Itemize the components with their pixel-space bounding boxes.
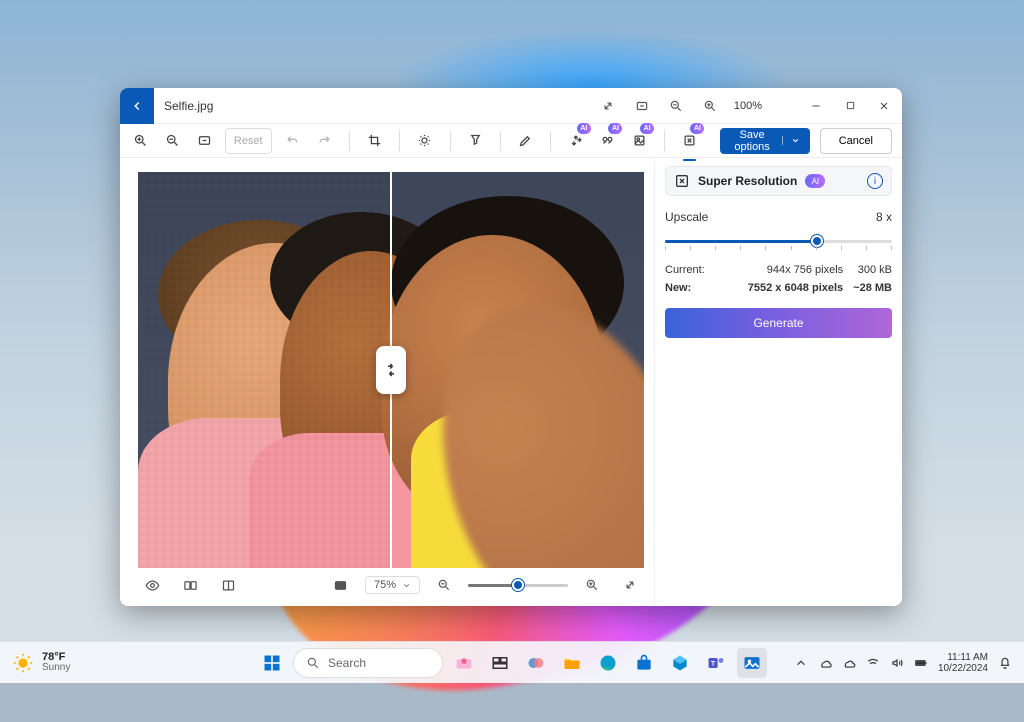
new-label: New: xyxy=(665,282,705,294)
battery-icon[interactable] xyxy=(914,656,928,670)
filter-icon[interactable] xyxy=(464,127,486,155)
split-view-icon[interactable] xyxy=(214,571,242,599)
panel-title: Super Resolution xyxy=(698,174,797,188)
background-ai-icon[interactable]: AI xyxy=(597,127,619,155)
toolbar: Reset AI AI xyxy=(120,124,902,158)
task-view-icon[interactable] xyxy=(485,648,515,678)
reset-button: Reset xyxy=(225,128,272,154)
redo-icon xyxy=(313,127,335,155)
ai-badge: AI xyxy=(640,123,654,134)
maximize-button[interactable] xyxy=(840,96,860,116)
close-button[interactable] xyxy=(874,96,894,116)
dimensions-info: Current: 944x 756 pixels 300 kB New: 755… xyxy=(665,264,892,294)
super-resolution-icon xyxy=(674,173,690,189)
erase-ai-icon[interactable]: AI xyxy=(565,127,587,155)
restyle-ai-icon[interactable]: AI xyxy=(628,127,650,155)
wifi-icon[interactable] xyxy=(866,656,880,670)
zoom-out-icon[interactable] xyxy=(162,127,184,155)
chevron-down-icon xyxy=(782,136,800,145)
zoom-select[interactable]: 75% xyxy=(365,576,420,594)
current-size: 300 kB xyxy=(853,264,892,276)
taskbar: 78°F Sunny Search T 11:11 AM 10/22/2024 xyxy=(0,641,1024,683)
copilot-icon[interactable] xyxy=(521,648,551,678)
system-tray: 11:11 AM 10/22/2024 xyxy=(794,652,1012,674)
current-label: Current: xyxy=(665,264,705,276)
compare-slider-handle[interactable] xyxy=(376,346,406,394)
fit-icon[interactable] xyxy=(193,127,215,155)
generate-button[interactable]: Generate xyxy=(665,308,892,338)
expand-icon[interactable] xyxy=(598,96,618,116)
zoom-value: 75% xyxy=(374,579,396,591)
upscale-value: 8 x xyxy=(876,210,892,224)
taskbar-center: Search T xyxy=(257,648,767,678)
search-placeholder: Search xyxy=(328,656,366,670)
super-resolution-ai-icon[interactable]: AI xyxy=(679,127,701,155)
upscale-label: Upscale xyxy=(665,210,708,224)
thumbnail-icon[interactable] xyxy=(327,571,355,599)
clock[interactable]: 11:11 AM 10/22/2024 xyxy=(938,652,988,674)
current-dims: 944x 756 pixels xyxy=(715,264,843,276)
visibility-icon[interactable] xyxy=(138,571,166,599)
notifications-icon[interactable] xyxy=(998,656,1012,670)
edge-icon[interactable] xyxy=(593,648,623,678)
canvas-bottombar: 75% xyxy=(138,568,644,598)
zoom-in-titlebar-icon[interactable] xyxy=(700,96,720,116)
ai-pill: AI xyxy=(805,174,825,188)
ai-badge: AI xyxy=(577,123,591,134)
titlebar-zoom-text: 100% xyxy=(734,100,762,112)
zoom-out-titlebar-icon[interactable] xyxy=(666,96,686,116)
cancel-button[interactable]: Cancel xyxy=(820,128,892,154)
canvas-area: 75% xyxy=(120,158,654,606)
teams-icon[interactable]: T xyxy=(701,648,731,678)
crop-icon[interactable] xyxy=(364,127,386,155)
back-button[interactable] xyxy=(120,88,154,124)
image-canvas[interactable] xyxy=(138,172,644,568)
date: 10/22/2024 xyxy=(938,663,988,674)
weather-condition: Sunny xyxy=(42,663,70,673)
onedrive-icon[interactable] xyxy=(818,656,832,670)
time: 11:11 AM xyxy=(947,652,988,663)
side-panel: Super Resolution AI i Upscale 8 x Cur xyxy=(654,158,902,606)
new-dims: 7552 x 6048 pixels xyxy=(715,282,843,294)
save-options-label: Save options xyxy=(730,129,773,153)
ai-badge: AI xyxy=(690,123,704,134)
app-icon-1[interactable] xyxy=(665,648,695,678)
brightness-icon[interactable] xyxy=(414,127,436,155)
search-box[interactable]: Search xyxy=(293,648,443,678)
fit-to-window-icon[interactable] xyxy=(632,96,652,116)
photos-app-icon[interactable] xyxy=(737,648,767,678)
volume-icon[interactable] xyxy=(890,656,904,670)
zoom-in-bottom-icon[interactable] xyxy=(578,571,606,599)
zoom-out-bottom-icon[interactable] xyxy=(430,571,458,599)
upscale-slider[interactable] xyxy=(665,232,892,250)
new-size: ~28 MB xyxy=(853,282,892,294)
info-icon[interactable]: i xyxy=(867,173,883,189)
ai-badge: AI xyxy=(608,123,622,134)
weather-widget[interactable]: 78°F Sunny xyxy=(12,652,70,674)
main-area: 75% Super Resolut xyxy=(120,158,902,606)
before-overlay xyxy=(138,172,391,568)
panel-header: Super Resolution AI i xyxy=(665,166,892,196)
minimize-button[interactable] xyxy=(806,96,826,116)
zoom-slider[interactable] xyxy=(468,578,568,592)
search-icon xyxy=(306,656,320,670)
store-icon[interactable] xyxy=(629,648,659,678)
undo-icon xyxy=(282,127,304,155)
sun-icon xyxy=(12,652,34,674)
file-name: Selfie.jpg xyxy=(164,99,213,113)
photos-app-window: Selfie.jpg 100% xyxy=(120,88,902,606)
tray-chevron-up-icon[interactable] xyxy=(794,656,808,670)
markup-icon[interactable] xyxy=(515,127,537,155)
save-options-button[interactable]: Save options xyxy=(720,128,809,154)
zoom-in-icon[interactable] xyxy=(130,127,152,155)
cloud-icon[interactable] xyxy=(842,656,856,670)
explorer-icon[interactable] xyxy=(557,648,587,678)
titlebar: Selfie.jpg 100% xyxy=(120,88,902,124)
widget-icon[interactable] xyxy=(449,648,479,678)
start-button[interactable] xyxy=(257,648,287,678)
fullscreen-icon[interactable] xyxy=(616,571,644,599)
compare-icon[interactable] xyxy=(176,571,204,599)
svg-text:T: T xyxy=(711,660,715,667)
